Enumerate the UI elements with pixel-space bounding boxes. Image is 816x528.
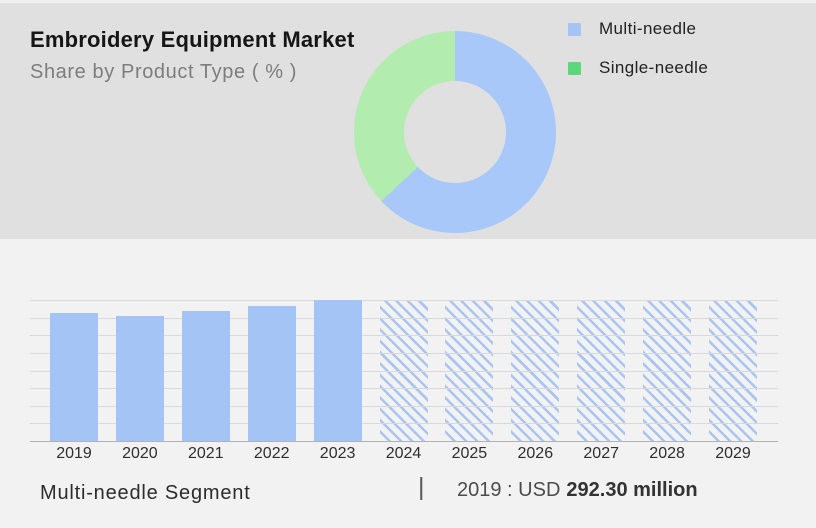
page-title: Embroidery Equipment Market bbox=[30, 27, 355, 52]
legend-swatch-icon bbox=[568, 22, 581, 36]
bar-2020 bbox=[115, 315, 164, 441]
bar-2022 bbox=[247, 305, 296, 441]
bar-chart-section: 2019 2020 2021 2022 2023 2024 2025 2026 2027 2028… bbox=[0, 239, 816, 528]
value-annotation: 2019 : USD 292.30 million bbox=[457, 479, 698, 502]
x-axis-label-2022: 2022 bbox=[253, 445, 290, 462]
x-axis-label-2019: 2019 bbox=[56, 445, 92, 462]
bar-2023 bbox=[313, 300, 362, 441]
bar-2019 bbox=[50, 312, 98, 441]
x-axis-label-2025: 2025 bbox=[451, 445, 488, 462]
donut-hole bbox=[404, 81, 506, 183]
x-axis-label-2024: 2024 bbox=[385, 445, 422, 462]
page-subtitle: Share by Product Type ( % ) bbox=[30, 61, 298, 83]
bar-2021 bbox=[181, 311, 230, 441]
header-section: Embroidery Equipment Market Share by Pro… bbox=[0, 0, 816, 239]
x-axis-label-2027: 2027 bbox=[583, 445, 619, 462]
legend-item-multi-needle: Multi-needle bbox=[568, 17, 708, 41]
x-axis-label-2020: 2020 bbox=[122, 445, 158, 462]
separator-bar: | bbox=[418, 473, 425, 501]
legend-label: Multi-needle bbox=[599, 19, 697, 38]
x-axis-label-2028: 2028 bbox=[649, 445, 685, 462]
x-axis-label-2021: 2021 bbox=[188, 445, 224, 462]
legend: Multi-needle Single-needle bbox=[568, 17, 708, 95]
x-axis-label-2029: 2029 bbox=[715, 445, 751, 462]
x-axis-line bbox=[30, 441, 778, 442]
market-infographic: Embroidery Equipment Market Share by Pro… bbox=[0, 0, 816, 528]
titles-block: Embroidery Equipment Market Share by Pro… bbox=[30, 27, 354, 84]
x-axis-label-2026: 2026 bbox=[517, 445, 554, 462]
legend-swatch-icon bbox=[568, 61, 581, 75]
legend-label: Single-needle bbox=[599, 58, 709, 77]
value-amount: 292.30 million bbox=[566, 479, 698, 501]
x-axis-label-2023: 2023 bbox=[319, 445, 356, 462]
gridline bbox=[30, 300, 778, 301]
legend-item-single-needle: Single-needle bbox=[568, 56, 708, 80]
value-prefix: 2019 : USD bbox=[457, 479, 561, 501]
donut-chart bbox=[354, 31, 556, 233]
segment-label: Multi-needle Segment bbox=[40, 482, 251, 504]
